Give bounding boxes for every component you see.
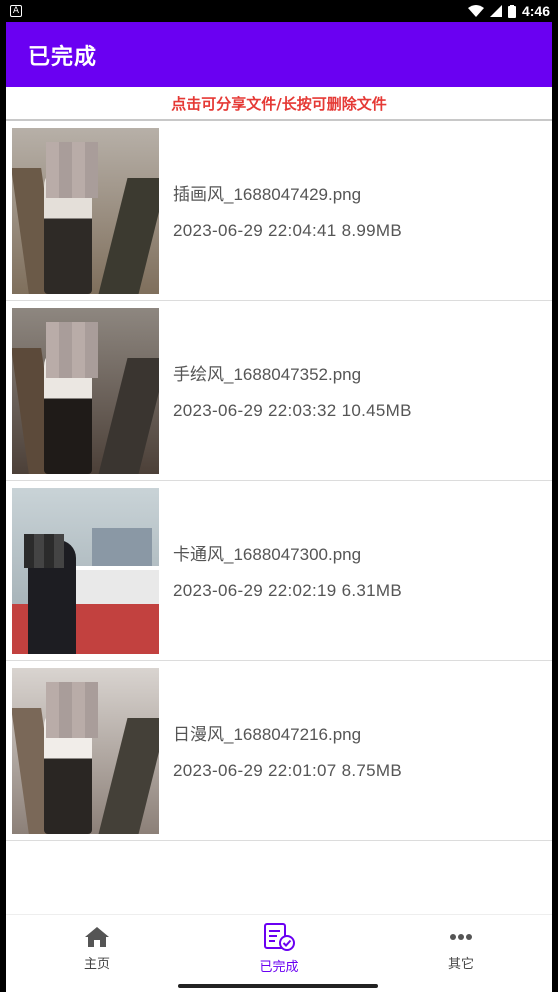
gesture-bar[interactable]	[178, 984, 378, 988]
file-name: 插画风_1688047429.png	[173, 185, 362, 204]
completed-list-icon	[264, 923, 295, 951]
file-name: 日漫风_1688047216.png	[173, 725, 362, 744]
file-meta: 2023-06-29 22:01:07 8.75MB	[173, 761, 402, 780]
bottom-nav: 主页 已完成 其它	[6, 914, 552, 992]
notification-icon: A	[10, 5, 22, 17]
wifi-icon	[467, 5, 484, 17]
app-window: 已完成 点击可分享文件/长按可删除文件 插画风_1688047429.png 2…	[6, 22, 552, 992]
nav-completed[interactable]: 已完成	[188, 915, 370, 992]
more-icon	[450, 934, 472, 940]
nav-completed-label: 已完成	[259, 960, 299, 975]
app-bar: 已完成	[6, 22, 552, 87]
file-row-handdrawn[interactable]: 手绘风_1688047352.png 2023-06-29 22:03:32 1…	[6, 301, 552, 481]
nav-more-label: 其它	[447, 957, 474, 972]
file-name: 手绘风_1688047352.png	[173, 365, 362, 384]
battery-icon	[507, 4, 516, 18]
status-bar: A 4:46	[0, 0, 558, 22]
file-thumbnail	[12, 127, 159, 294]
nav-home-label: 主页	[83, 957, 110, 972]
file-row-illustration[interactable]: 插画风_1688047429.png 2023-06-29 22:04:41 8…	[6, 121, 552, 301]
file-meta: 2023-06-29 22:03:32 10.45MB	[173, 401, 412, 420]
file-meta: 2023-06-29 22:02:19 6.31MB	[173, 581, 402, 600]
file-row-anime[interactable]: 日漫风_1688047216.png 2023-06-29 22:01:07 8…	[6, 661, 552, 841]
file-row-cartoon[interactable]: 卡通风_1688047300.png 2023-06-29 22:02:19 6…	[6, 481, 552, 661]
nav-home[interactable]: 主页	[6, 915, 188, 992]
file-thumbnail	[12, 487, 159, 654]
nav-more[interactable]: 其它	[370, 915, 552, 992]
file-thumbnail	[12, 307, 159, 474]
hint-banner: 点击可分享文件/长按可删除文件	[6, 87, 552, 121]
file-list: 插画风_1688047429.png 2023-06-29 22:04:41 8…	[6, 121, 552, 841]
file-name: 卡通风_1688047300.png	[173, 545, 362, 564]
file-meta: 2023-06-29 22:04:41 8.99MB	[173, 221, 402, 240]
file-thumbnail	[12, 667, 159, 834]
clock: 4:46	[521, 3, 550, 19]
signal-icon	[489, 5, 502, 17]
home-icon	[85, 927, 109, 947]
page-title: 已完成	[28, 44, 98, 70]
